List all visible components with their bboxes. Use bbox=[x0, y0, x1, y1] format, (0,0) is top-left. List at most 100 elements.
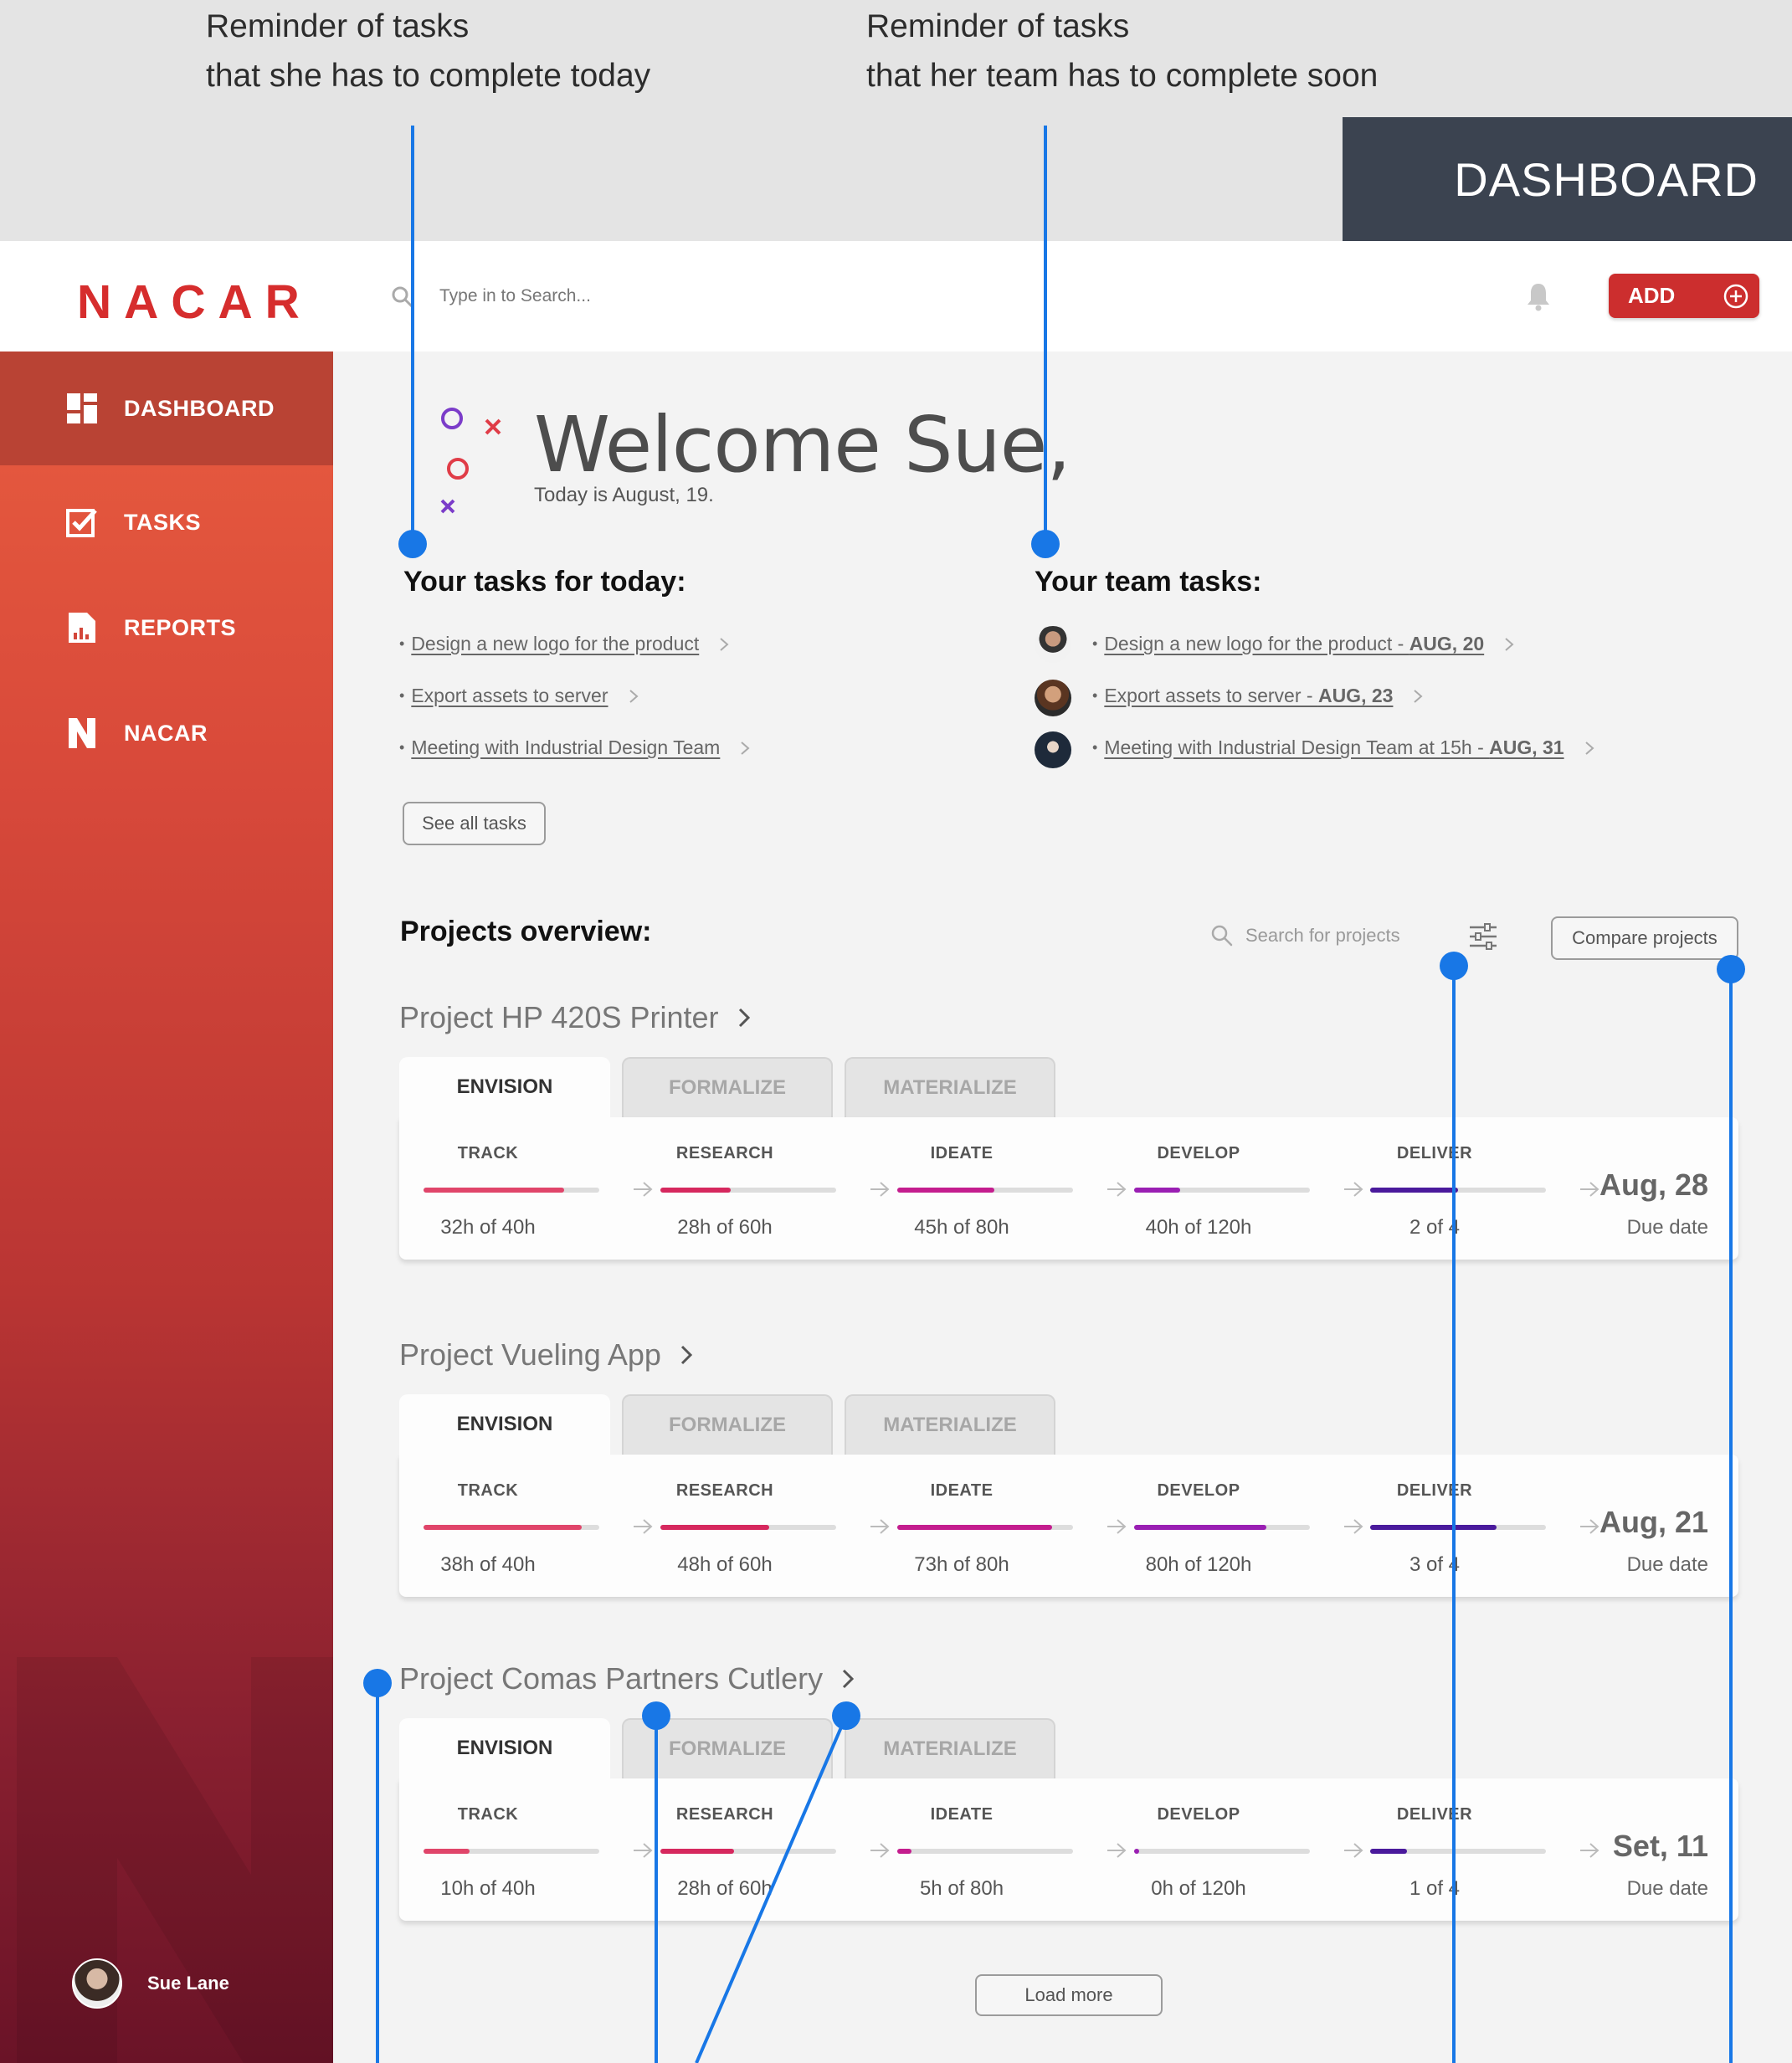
stage-progress-bar bbox=[1370, 1188, 1546, 1193]
sidebar-item-nacar[interactable]: NACAR bbox=[0, 676, 333, 790]
due-date-label: Due date bbox=[1626, 1877, 1708, 1900]
stage-track[interactable]: TRACK 10h of 40h bbox=[399, 1778, 599, 1921]
stage-hours: 73h of 80h bbox=[914, 1553, 1009, 1576]
search-input[interactable] bbox=[439, 278, 942, 315]
today-task-item[interactable]: • Meeting with Industrial Design Team bbox=[399, 736, 750, 759]
stage-deliver[interactable]: DELIVER 3 of 4 bbox=[1346, 1455, 1546, 1597]
avatar bbox=[1035, 626, 1071, 663]
compare-projects-button[interactable]: Compare projects bbox=[1551, 916, 1738, 960]
stage-progress-fill bbox=[424, 1525, 582, 1530]
due-date: Set, 11 Due date bbox=[1558, 1778, 1708, 1921]
add-button[interactable]: ADD bbox=[1609, 274, 1759, 318]
chevron-right-icon bbox=[843, 1669, 855, 1689]
stage-progress-bar bbox=[660, 1188, 836, 1193]
chevron-right-icon bbox=[1414, 689, 1423, 703]
filter-sliders-icon[interactable] bbox=[1468, 921, 1498, 952]
stage-hours: 40h of 120h bbox=[1145, 1216, 1252, 1239]
dashboard-icon bbox=[67, 393, 97, 423]
callout-dot bbox=[398, 530, 427, 558]
stage-develop[interactable]: DEVELOP 0h of 120h bbox=[1110, 1778, 1310, 1921]
stage-hours: 5h of 80h bbox=[919, 1877, 1004, 1900]
nacar-logo[interactable]: NACAR bbox=[77, 275, 312, 330]
stage-name: IDEATE bbox=[930, 1144, 994, 1162]
stage-name: TRACK bbox=[457, 1144, 519, 1162]
stage-ideate[interactable]: IDEATE 73h of 80h bbox=[873, 1455, 1073, 1597]
projects-heading: Projects overview: bbox=[400, 916, 652, 947]
stage-develop[interactable]: DEVELOP 80h of 120h bbox=[1110, 1455, 1310, 1597]
today-task-item[interactable]: • Design a new logo for the product bbox=[399, 633, 729, 655]
stage-progress-fill bbox=[1370, 1525, 1497, 1530]
stage-progress-fill bbox=[1134, 1849, 1140, 1854]
avatar bbox=[72, 1958, 122, 2009]
stage-ideate[interactable]: IDEATE 45h of 80h bbox=[873, 1117, 1073, 1260]
nacar-n-icon bbox=[69, 718, 95, 748]
stage-deliver[interactable]: DELIVER 2 of 4 bbox=[1346, 1117, 1546, 1260]
team-task-item[interactable]: • Export assets to server - AUG, 23 bbox=[1092, 685, 1423, 707]
stage-name: RESEARCH bbox=[675, 1144, 774, 1162]
stage-name: DELIVER bbox=[1396, 1805, 1473, 1824]
project-stages-card: TRACK 32h of 40h RESEARCH 28h of 60h IDEATE 4… bbox=[399, 1117, 1738, 1260]
stage-progress-bar bbox=[424, 1188, 599, 1193]
stage-hours: 28h of 60h bbox=[677, 1216, 773, 1239]
project-search[interactable]: Search for projects bbox=[1210, 921, 1428, 951]
top-header: NACAR ADD bbox=[0, 241, 1792, 352]
today-task-item[interactable]: • Export assets to server bbox=[399, 685, 639, 707]
project-title[interactable]: Project Comas Partners Cutlery bbox=[399, 1661, 855, 1696]
stage-deliver[interactable]: DELIVER 1 of 4 bbox=[1346, 1778, 1546, 1921]
project-title[interactable]: Project HP 420S Printer bbox=[399, 1000, 751, 1035]
tab-formalize[interactable]: FORMALIZE bbox=[622, 1057, 833, 1117]
see-all-tasks-button[interactable]: See all tasks bbox=[403, 802, 546, 845]
callout-line bbox=[1729, 969, 1733, 2063]
stage-progress-fill bbox=[897, 1525, 1052, 1530]
tasks-icon bbox=[66, 509, 97, 537]
load-more-button[interactable]: Load more bbox=[975, 1974, 1163, 2016]
sidebar-item-dashboard[interactable]: DASHBOARD bbox=[0, 352, 333, 465]
stage-ideate[interactable]: IDEATE 5h of 80h bbox=[873, 1778, 1073, 1921]
sidebar-item-reports[interactable]: REPORTS bbox=[0, 571, 333, 685]
callout-line bbox=[695, 1715, 848, 2063]
stage-progress-fill bbox=[897, 1849, 911, 1854]
avatar bbox=[1035, 680, 1071, 716]
stage-progress-bar bbox=[1134, 1188, 1310, 1193]
sidebar-item-tasks[interactable]: TASKS bbox=[0, 465, 333, 579]
project-stages-card: TRACK 38h of 40h RESEARCH 48h of 60h IDEATE 7… bbox=[399, 1455, 1738, 1597]
stage-track[interactable]: TRACK 32h of 40h bbox=[399, 1117, 599, 1260]
callout-dot bbox=[1031, 530, 1060, 558]
callout-line bbox=[1044, 126, 1047, 544]
stage-hours: 3 of 4 bbox=[1409, 1553, 1461, 1576]
stage-name: TRACK bbox=[457, 1481, 519, 1500]
chevron-right-icon bbox=[720, 637, 729, 651]
tab-materialize[interactable]: MATERIALIZE bbox=[845, 1057, 1055, 1117]
stage-name: IDEATE bbox=[930, 1805, 994, 1824]
stage-name: DELIVER bbox=[1396, 1481, 1473, 1500]
sidebar: DASHBOARD TASKS REPORTS NACAR Sue Lane bbox=[0, 352, 333, 2063]
project-title[interactable]: Project Vueling App bbox=[399, 1337, 693, 1373]
stage-name: DEVELOP bbox=[1157, 1144, 1240, 1162]
tab-materialize[interactable]: MATERIALIZE bbox=[845, 1718, 1055, 1778]
stage-progress-bar bbox=[660, 1525, 836, 1530]
user-profile[interactable]: Sue Lane bbox=[72, 1958, 229, 2009]
stage-progress-bar bbox=[1370, 1849, 1546, 1854]
stage-hours: 45h of 80h bbox=[914, 1216, 1009, 1239]
stage-name: IDEATE bbox=[930, 1481, 994, 1500]
tab-materialize[interactable]: MATERIALIZE bbox=[845, 1394, 1055, 1455]
tab-formalize[interactable]: FORMALIZE bbox=[622, 1394, 833, 1455]
tab-envision[interactable]: ENVISION bbox=[399, 1394, 610, 1455]
stage-name: DEVELOP bbox=[1157, 1805, 1240, 1824]
stage-research[interactable]: RESEARCH 28h of 60h bbox=[636, 1117, 836, 1260]
stage-develop[interactable]: DEVELOP 40h of 120h bbox=[1110, 1117, 1310, 1260]
stage-progress-bar bbox=[424, 1849, 599, 1854]
add-button-label: ADD bbox=[1628, 283, 1676, 308]
project-stages-card: TRACK 10h of 40h RESEARCH 28h of 60h IDEATE 5… bbox=[399, 1778, 1738, 1921]
stage-research[interactable]: RESEARCH 48h of 60h bbox=[636, 1455, 836, 1597]
team-task-item[interactable]: • Meeting with Industrial Design Team at … bbox=[1092, 736, 1594, 759]
tab-envision[interactable]: ENVISION bbox=[399, 1057, 610, 1117]
stage-hours: 10h of 40h bbox=[440, 1877, 536, 1900]
stage-track[interactable]: TRACK 38h of 40h bbox=[399, 1455, 599, 1597]
chevron-right-icon bbox=[1505, 637, 1514, 651]
tab-envision[interactable]: ENVISION bbox=[399, 1718, 610, 1778]
team-task-item[interactable]: • Design a new logo for the product - AUG… bbox=[1092, 633, 1514, 655]
stage-progress-bar bbox=[1370, 1525, 1546, 1530]
chevron-right-icon bbox=[1584, 741, 1594, 755]
bell-icon[interactable] bbox=[1525, 281, 1552, 311]
